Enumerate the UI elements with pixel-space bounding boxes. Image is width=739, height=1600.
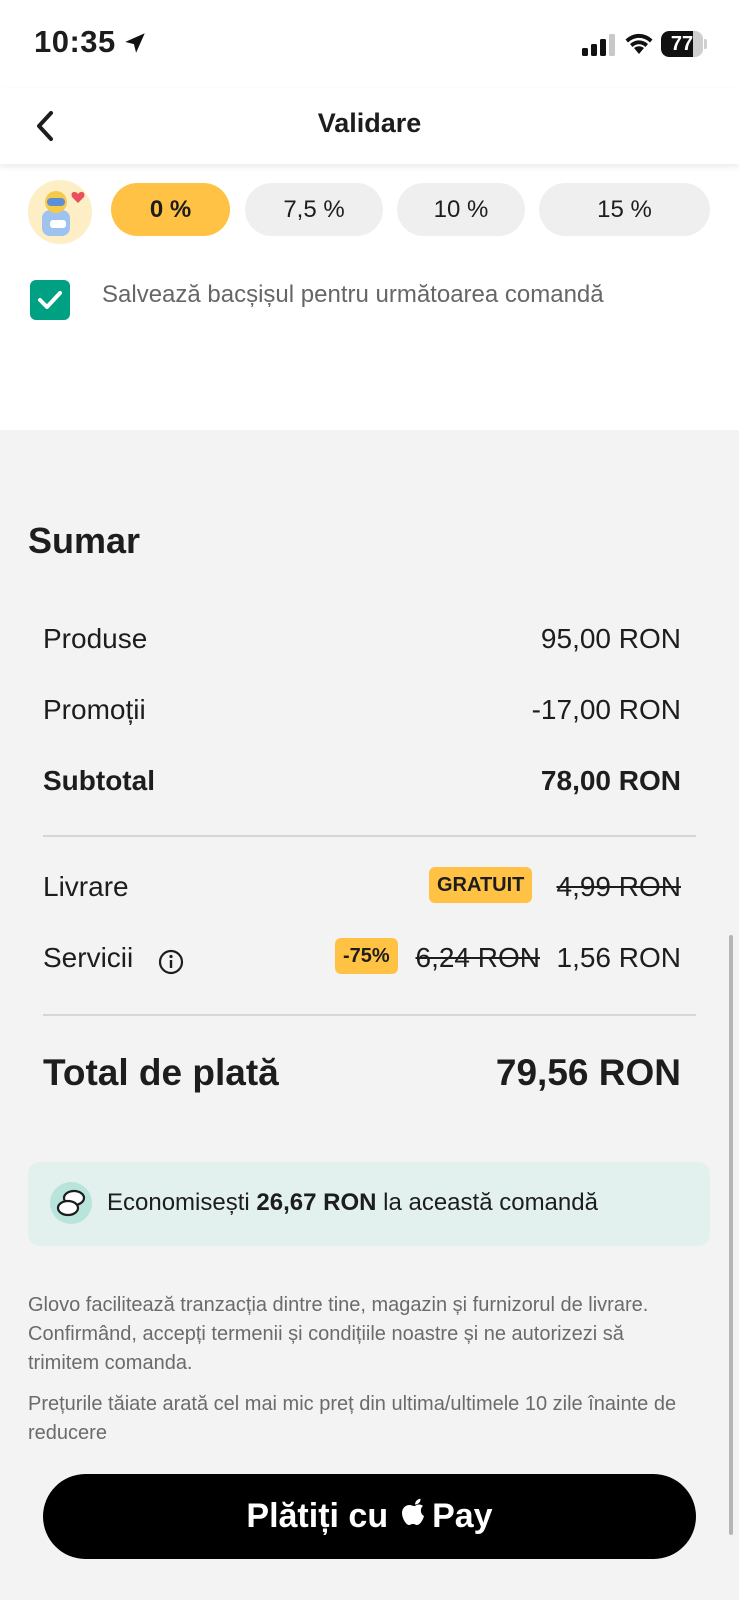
battery-icon: 77 <box>661 31 707 57</box>
delivery-label: Livrare <box>43 871 129 902</box>
promotions-label: Promoții <box>43 694 146 725</box>
savings-prefix: Economisești <box>107 1189 250 1216</box>
save-tip-label: Salvează bacșișul pentru următoarea coma… <box>102 281 604 308</box>
tip-option-15[interactable]: 15 % <box>539 183 710 236</box>
total-value: 79,56 RON <box>495 1052 681 1093</box>
tip-selector: 0 % 7,5 % 10 % 15 % <box>0 180 739 244</box>
status-time: 10:35 <box>34 24 116 59</box>
battery-percentage: 77 <box>670 33 694 55</box>
promotions-value: -17,00 RON <box>531 694 681 725</box>
price-note-text: Prețurile tăiate arată cel mai mic preț … <box>28 1393 677 1444</box>
terms-text: Glovo facilitează tranzacția dintre tine… <box>28 1294 649 1374</box>
services-discount-badge: -75% <box>335 938 398 974</box>
tip-option-10[interactable]: 10 % <box>397 183 525 236</box>
savings-suffix: la această comandă <box>383 1189 598 1216</box>
promotions-row: Promoții -17,00 RON <box>43 694 681 734</box>
wifi-icon <box>625 33 653 54</box>
save-tip-checkbox[interactable] <box>30 280 70 320</box>
services-label: Servicii <box>43 942 134 973</box>
apple-logo-icon <box>402 1498 425 1525</box>
save-tip-row: Salvează bacșișul pentru următoarea coma… <box>0 275 739 325</box>
savings-banner: Economisești 26,67 RON la această comand… <box>28 1162 710 1246</box>
total-row: Total de plată 79,56 RON <box>43 1052 681 1100</box>
delivery-free-badge: GRATUIT <box>429 867 533 903</box>
savings-amount: 26,67 RON <box>256 1189 377 1216</box>
checkmark-icon <box>38 291 62 309</box>
navigation-bar: Validare <box>0 88 739 164</box>
services-value: 1,56 RON <box>556 942 682 973</box>
delivery-row: Livrare GRATUIT 4,99 RON <box>43 867 682 911</box>
products-row: Produse 95,00 RON <box>43 623 681 663</box>
products-value: 95,00 RON <box>540 623 681 654</box>
status-bar: 10:35 77 <box>0 0 739 88</box>
savings-text: Economisești 26,67 RON la această comand… <box>107 1189 598 1217</box>
page-title: Validare <box>317 108 422 138</box>
coins-icon <box>50 1182 92 1224</box>
info-icon[interactable] <box>158 949 184 975</box>
services-old-price: 6,24 RON <box>415 942 541 973</box>
tip-option-7-5[interactable]: 7,5 % <box>245 183 383 236</box>
summary-divider <box>43 835 696 837</box>
apple-pay-button[interactable]: Plătiți cu Pay <box>43 1474 696 1559</box>
subtotal-row: Subtotal 78,00 RON <box>43 765 681 805</box>
total-label: Total de plată <box>43 1052 279 1093</box>
summary-title: Sumar <box>28 520 141 561</box>
total-divider <box>43 1014 696 1016</box>
services-row: Servicii -75% 6,24 RON 1,56 RON <box>43 938 682 982</box>
subtotal-label: Subtotal <box>43 765 155 796</box>
cellular-signal-icon <box>582 34 615 56</box>
pay-button-label: Plătiți cu <box>246 1497 389 1535</box>
delivery-old-price: 4,99 RON <box>556 871 682 902</box>
courier-avatar-icon <box>28 180 92 244</box>
receipt-zigzag-edge <box>0 415 739 431</box>
tip-option-0[interactable]: 0 % <box>111 183 230 236</box>
subtotal-value: 78,00 RON <box>540 765 681 796</box>
location-arrow-icon <box>125 33 145 53</box>
top-section: 10:35 77 Validare 0 % 7,5 % 10 % 15 % Sa… <box>0 0 739 430</box>
scrollbar[interactable] <box>729 935 733 1535</box>
pay-button-suffix: Pay <box>432 1497 493 1535</box>
products-label: Produse <box>43 623 148 654</box>
